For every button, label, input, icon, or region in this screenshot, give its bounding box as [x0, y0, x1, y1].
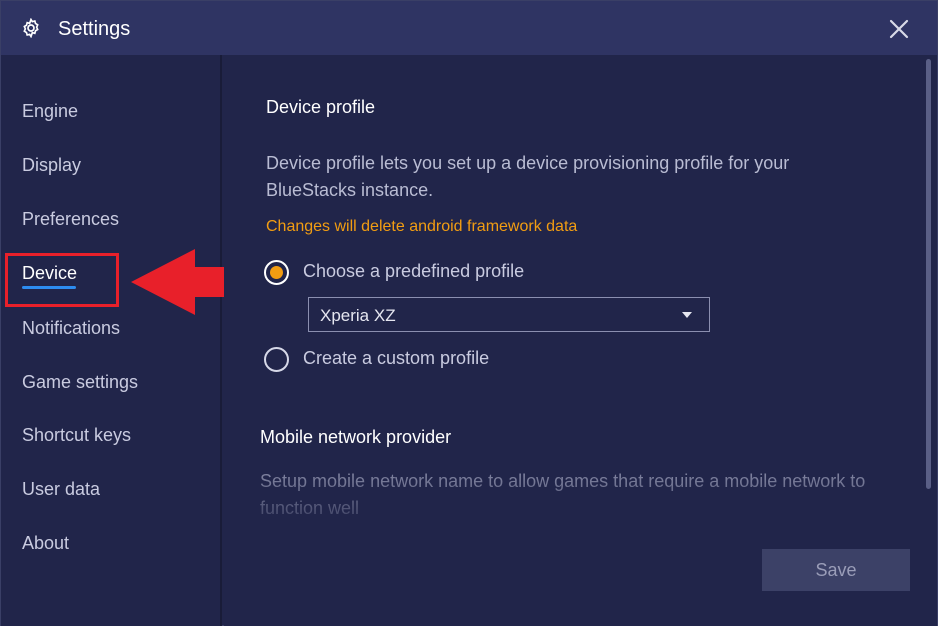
sidebar-item-engine[interactable]: Engine: [22, 101, 78, 122]
settings-window: Settings Engine Display Preferences Devi…: [0, 0, 938, 626]
sidebar-item-about[interactable]: About: [22, 533, 69, 554]
custom-profile-radio[interactable]: [264, 347, 289, 372]
custom-profile-label: Create a custom profile: [303, 348, 490, 368]
scrollbar-thumb[interactable]: [926, 59, 931, 489]
custom-profile-option[interactable]: Create a custom profile: [264, 347, 564, 373]
mobile-network-title: Mobile network provider: [260, 427, 452, 447]
close-icon[interactable]: [887, 17, 911, 41]
caret-down-icon: [682, 312, 692, 318]
device-profile-description: Device profile lets you set up a device …: [266, 153, 790, 200]
sidebar-item-notifications[interactable]: Notifications: [22, 318, 120, 339]
predefined-profile-label: Choose a predefined profile: [303, 261, 525, 281]
predefined-profile-radio[interactable]: [264, 260, 289, 285]
save-button[interactable]: Save: [762, 549, 910, 591]
framework-data-warning: Changes will delete android framework da…: [266, 218, 578, 235]
device-profile-title: Device profile: [266, 97, 376, 117]
callout-highlight-box: [5, 253, 119, 307]
mobile-network-description: Setup mobile network name to allow games…: [260, 471, 866, 518]
gear-icon: [23, 18, 39, 38]
settings-content: Device profile Device profile lets you s…: [224, 55, 937, 626]
profile-select[interactable]: Xperia XZ: [308, 297, 710, 332]
window-title: Settings: [58, 18, 131, 40]
sidebar-item-preferences[interactable]: Preferences: [22, 209, 119, 230]
sidebar-item-display[interactable]: Display: [22, 155, 81, 176]
settings-sidebar: Engine Display Preferences Device Notifi…: [1, 55, 222, 626]
sidebar-item-shortcut-keys[interactable]: Shortcut keys: [22, 425, 131, 446]
sidebar-item-game-settings[interactable]: Game settings: [22, 372, 138, 393]
sidebar-item-user-data[interactable]: User data: [22, 479, 100, 500]
profile-select-value: Xperia XZ: [320, 306, 396, 325]
title-bar: Settings: [1, 1, 937, 55]
predefined-profile-option[interactable]: Choose a predefined profile: [264, 260, 584, 286]
